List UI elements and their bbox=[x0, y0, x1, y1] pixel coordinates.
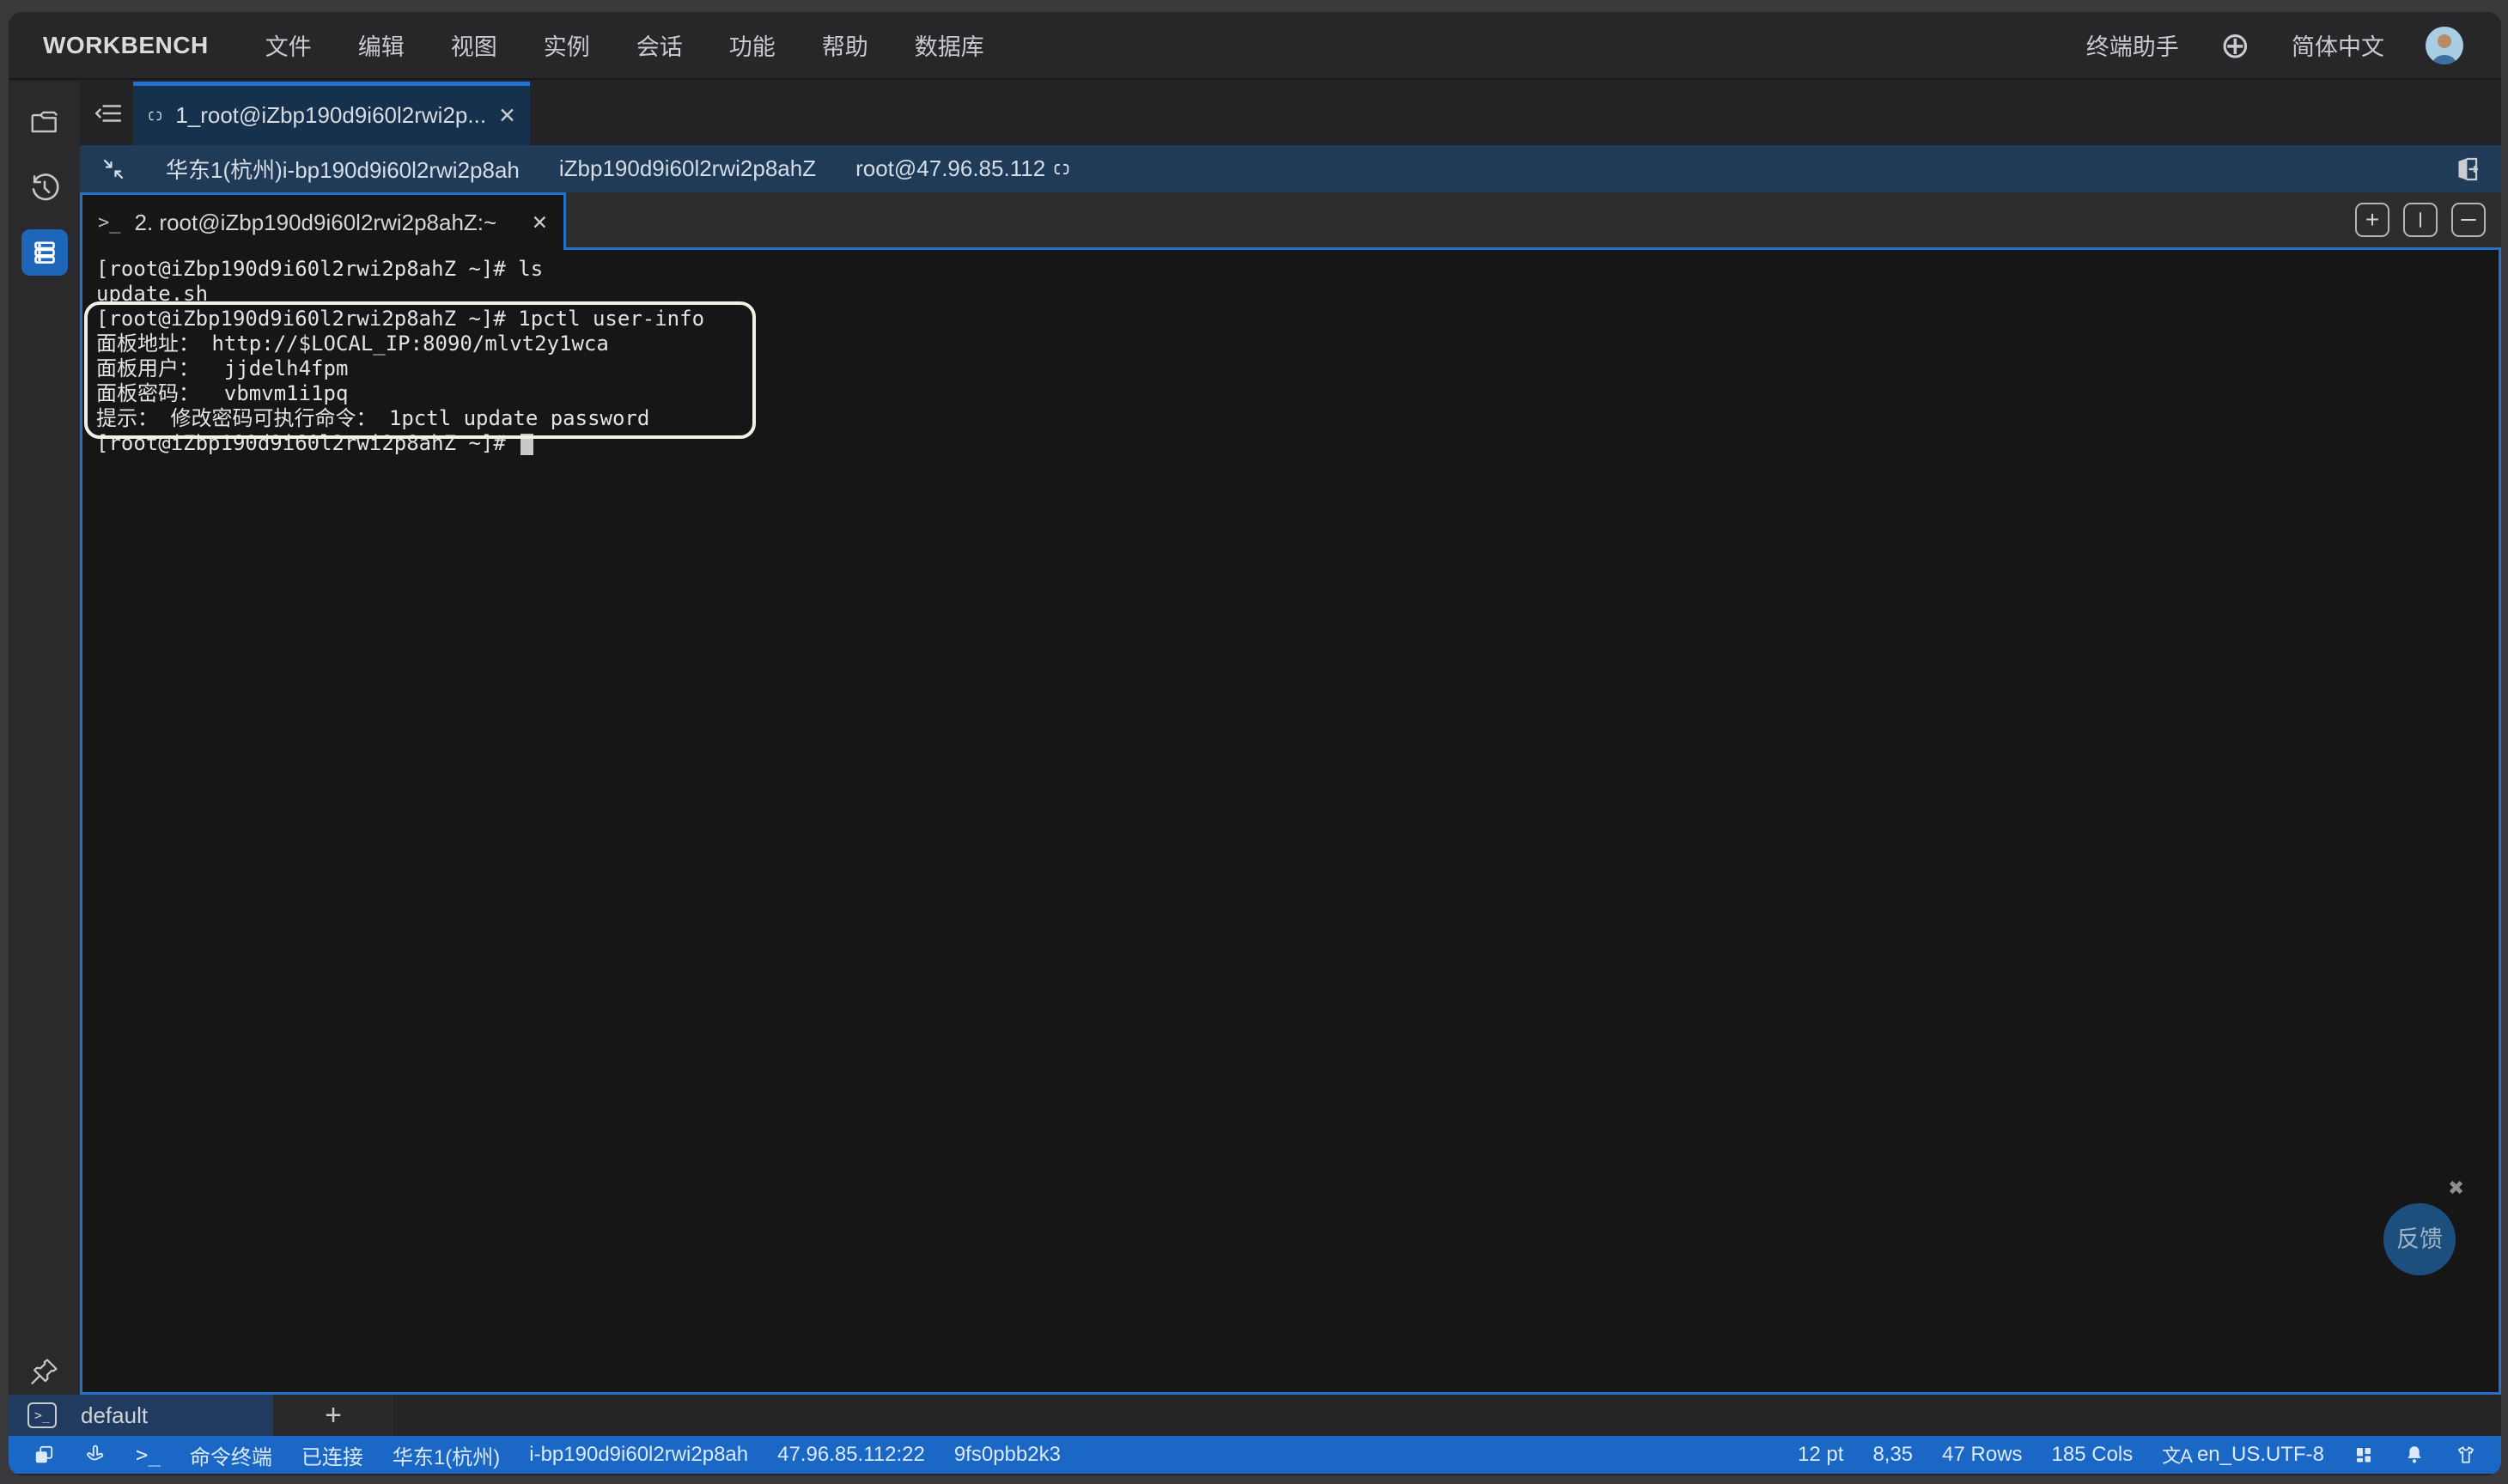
terminal-assistant-button[interactable]: 终端助手 bbox=[2086, 28, 2179, 62]
add-session-group-button[interactable]: + bbox=[273, 1395, 393, 1436]
copy-layers-icon[interactable] bbox=[33, 1444, 55, 1466]
terminal-prompt-line: [root@iZbp190d9i60l2rwi2p8ahZ ~]# bbox=[96, 431, 2499, 456]
app-title: WORKBENCH bbox=[43, 32, 209, 59]
status-encoding[interactable]: 文A en_US.UTF-8 bbox=[2162, 1441, 2324, 1469]
menu-edit[interactable]: 编辑 bbox=[358, 28, 405, 62]
new-terminal-tab-icon[interactable]: + bbox=[2355, 203, 2389, 237]
terminal-prompt-icon: >_ bbox=[98, 212, 121, 234]
terminal-line: 面板地址： http://$LOCAL_IP:8090/mlvt2y1wca bbox=[96, 331, 2499, 356]
split-rows-icon[interactable] bbox=[2451, 203, 2486, 237]
session-tab-active[interactable]: 1_root@iZbp190d9i60l2rwi2p... ✕ bbox=[133, 82, 530, 145]
terminal-line: 提示： 修改密码可执行命令： 1pctl update password bbox=[96, 406, 2499, 431]
new-session-plus-icon[interactable]: ⊕ bbox=[2220, 27, 2250, 64]
server-list-active-item[interactable] bbox=[21, 229, 68, 276]
pin-sidebar-icon[interactable] bbox=[29, 1356, 60, 1387]
session-icon bbox=[147, 106, 163, 126]
terminal-line: 面板用户： jjdelh4fpm bbox=[96, 356, 2499, 381]
bell-icon[interactable] bbox=[2403, 1444, 2426, 1466]
server-list-icon bbox=[29, 237, 60, 268]
feedback-close-icon[interactable]: ✖ bbox=[2449, 1176, 2464, 1201]
menu-database[interactable]: 数据库 bbox=[915, 28, 984, 62]
status-instance-id: i-bp190d9i60l2rwi2p8ah bbox=[529, 1443, 748, 1467]
touch-pointer-icon[interactable] bbox=[84, 1444, 107, 1466]
connection-bar: 华东1(杭州)i-bp190d9i60l2rwi2p8ah iZbp190d9i… bbox=[80, 145, 2501, 192]
status-terminal-type: 命令终端 bbox=[190, 1440, 272, 1470]
connection-region-instance: 华东1(杭州)i-bp190d9i60l2rwi2p8ah bbox=[166, 153, 520, 185]
session-tab-close-icon[interactable]: ✕ bbox=[498, 103, 516, 129]
session-tab-label: 1_root@iZbp190d9i60l2rwi2p... bbox=[175, 102, 486, 129]
terminal-tab-close-icon[interactable]: ✕ bbox=[532, 211, 548, 234]
user-avatar[interactable] bbox=[2426, 27, 2463, 64]
menu-file[interactable]: 文件 bbox=[265, 28, 312, 62]
menu-view[interactable]: 视图 bbox=[451, 28, 497, 62]
status-font-size[interactable]: 12 pt bbox=[1798, 1443, 1843, 1467]
session-tab-bar: 1_root@iZbp190d9i60l2rwi2p... ✕ bbox=[80, 82, 2501, 145]
collapse-list-icon[interactable] bbox=[83, 82, 133, 145]
menu-function[interactable]: 功能 bbox=[729, 28, 776, 62]
exit-session-icon[interactable] bbox=[2451, 155, 2481, 184]
status-right-group: 12 pt 8,35 47 Rows 185 Cols 文A en_US.UTF… bbox=[1798, 1441, 2477, 1469]
menu-session[interactable]: 会话 bbox=[636, 28, 683, 62]
status-cursor-position: 8,35 bbox=[1872, 1443, 1913, 1467]
connection-login: root@47.96.85.112 bbox=[855, 155, 1071, 182]
main-content: 1_root@iZbp190d9i60l2rwi2p... ✕ 华东1(杭州)i… bbox=[80, 82, 2501, 1395]
terminal-line: 面板密码： vbmvm1i1pq bbox=[96, 381, 2499, 406]
language-selector[interactable]: 简体中文 bbox=[2292, 28, 2384, 62]
terminal-tab-label: 2. root@iZbp190d9i60l2rwi2p8ahZ:~ bbox=[135, 210, 497, 236]
menubar-right: 终端助手 ⊕ 简体中文 bbox=[2086, 27, 2463, 64]
terminal-tabrow-actions: + bbox=[566, 192, 2501, 247]
activity-sidebar bbox=[9, 82, 80, 1395]
connection-hostname: iZbp190d9i60l2rwi2p8ahZ bbox=[559, 155, 816, 182]
status-left-group: >_ 命令终端 已连接 华东1(杭州) i-bp190d9i60l2rwi2p8… bbox=[33, 1440, 1061, 1470]
feedback-button[interactable]: 反馈 bbox=[2383, 1203, 2456, 1275]
split-columns-icon[interactable] bbox=[2403, 203, 2438, 237]
session-group-tab-label: default bbox=[81, 1402, 148, 1429]
session-group-tab-default[interactable]: >_ default bbox=[9, 1395, 273, 1436]
status-address: 47.96.85.112:22 bbox=[777, 1443, 925, 1467]
files-icon[interactable] bbox=[28, 106, 61, 138]
terminal-screen[interactable]: [root@iZbp190d9i60l2rwi2p8ahZ ~]# ls upd… bbox=[80, 247, 2501, 1395]
menu-instance[interactable]: 实例 bbox=[544, 28, 590, 62]
terminal-tab-active[interactable]: >_ 2. root@iZbp190d9i60l2rwi2p8ahZ:~ ✕ bbox=[80, 192, 566, 250]
terminal-line: [root@iZbp190d9i60l2rwi2p8ahZ ~]# ls bbox=[96, 257, 2499, 282]
status-connection-state: 已连接 bbox=[301, 1440, 363, 1470]
terminal-line: update.sh bbox=[96, 282, 2499, 307]
history-icon[interactable] bbox=[28, 171, 61, 204]
avatar-face bbox=[2426, 27, 2463, 64]
terminal-tab-row: >_ 2. root@iZbp190d9i60l2rwi2p8ahZ:~ ✕ + bbox=[80, 192, 2501, 247]
status-bar: >_ 命令终端 已连接 华东1(杭州) i-bp190d9i60l2rwi2p8… bbox=[9, 1436, 2501, 1474]
terminal-mini-icon: >_ bbox=[27, 1402, 57, 1428]
status-region: 华东1(杭州) bbox=[393, 1440, 500, 1470]
compress-icon[interactable] bbox=[100, 156, 126, 182]
terminal-line: [root@iZbp190d9i60l2rwi2p8ahZ ~]# 1pctl … bbox=[96, 307, 2499, 331]
terminal-panel: >_ 2. root@iZbp190d9i60l2rwi2p8ahZ:~ ✕ + bbox=[80, 192, 2501, 1395]
terminal-status-icon[interactable]: >_ bbox=[136, 1443, 161, 1467]
translate-icon: 文A bbox=[2162, 1441, 2192, 1469]
status-cols: 185 Cols bbox=[2052, 1443, 2134, 1467]
status-session-id: 9fs0pbb2k3 bbox=[954, 1443, 1061, 1467]
feedback-widget: ✖ 反馈 bbox=[2377, 1176, 2476, 1275]
theme-tshirt-icon[interactable] bbox=[2455, 1444, 2477, 1466]
workbench-window: WORKBENCH 文件 编辑 视图 实例 会话 功能 帮助 数据库 终端助手 … bbox=[9, 12, 2501, 1475]
menu-bar: WORKBENCH 文件 编辑 视图 实例 会话 功能 帮助 数据库 终端助手 … bbox=[9, 12, 2501, 80]
menu-help[interactable]: 帮助 bbox=[822, 28, 868, 62]
session-icon bbox=[1052, 161, 1071, 177]
grid-apps-icon[interactable] bbox=[2353, 1444, 2374, 1465]
terminal-cursor bbox=[520, 434, 533, 455]
status-rows: 47 Rows bbox=[1942, 1443, 2022, 1467]
bottom-session-bar: >_ default + bbox=[9, 1395, 2501, 1436]
